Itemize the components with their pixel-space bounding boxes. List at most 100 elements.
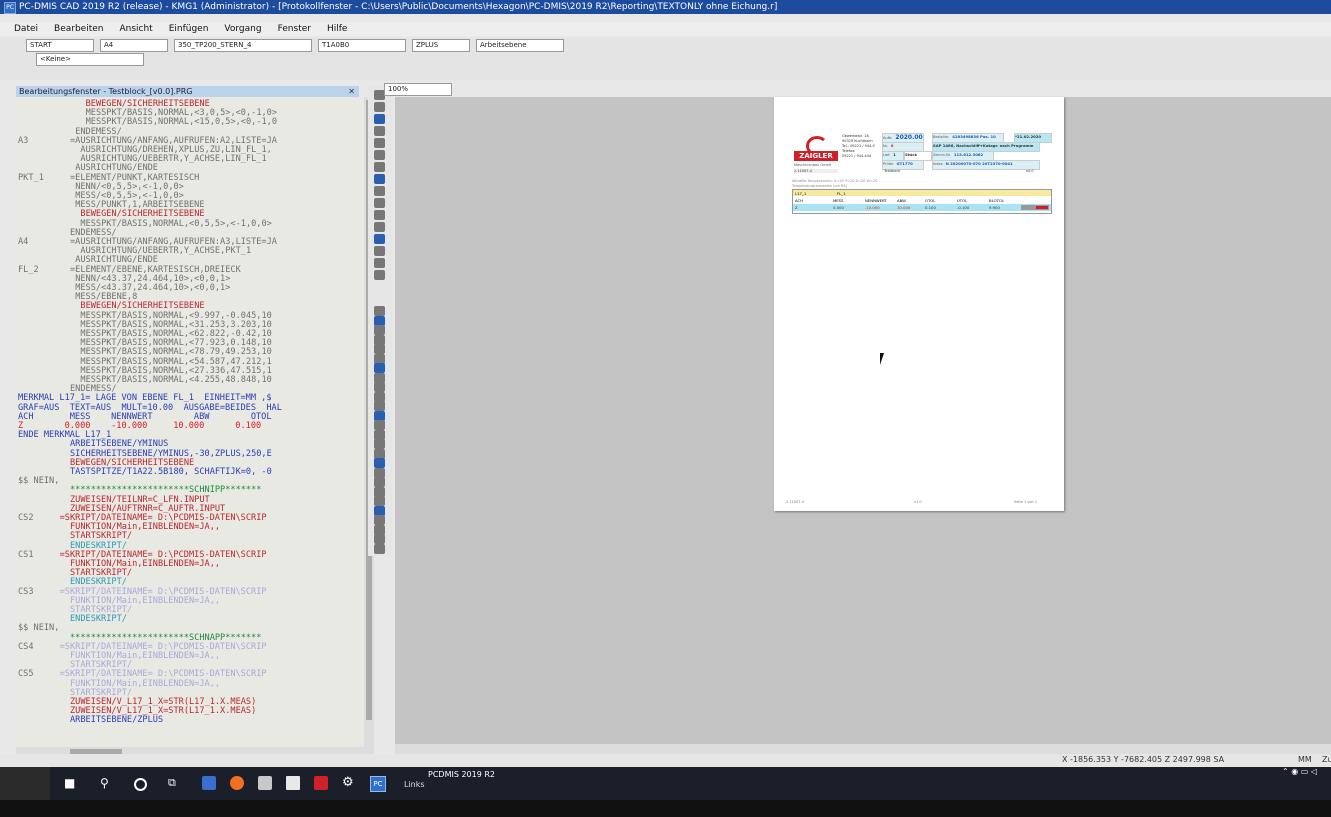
side-tool-icon[interactable] [374,353,385,364]
task-view-icon[interactable]: ⧉ [168,776,182,790]
side-tool-icon[interactable] [374,505,385,516]
side-tool-icon[interactable] [374,534,385,544]
menu-fenster[interactable]: Fenster [278,24,311,34]
side-tool-icon[interactable] [374,477,385,487]
side-tool-icon[interactable] [374,543,385,554]
side-tool-icon[interactable] [374,186,385,196]
side-tool-icon[interactable] [374,486,385,497]
side-tool-icon[interactable] [374,372,385,383]
header-field-label: Zeichn.Nr. [933,153,951,157]
side-tool-icon[interactable] [374,410,385,421]
code-text: ENDESKRIPT/ [70,614,127,625]
side-tool-icon[interactable] [374,524,385,535]
table-cell: 0.000 [833,205,844,210]
close-icon[interactable]: ✕ [348,86,355,97]
side-tool-icon[interactable] [374,458,385,468]
side-tool-icon[interactable] [374,344,385,354]
editor-app-icon[interactable] [258,776,272,790]
side-tool-icon[interactable] [374,382,385,392]
side-tool-icon[interactable] [374,306,385,316]
zoom-combo[interactable]: 100% [384,83,452,96]
header-field-value: 115.612.3062 [953,152,984,157]
side-tool-icon[interactable] [374,467,385,478]
table-cell: 0.100 [925,205,936,210]
side-tool-icon[interactable] [374,496,385,506]
side-tool-icon[interactable] [374,334,385,345]
side-tool-icon[interactable] [374,198,385,208]
table-cell: -10.000 [865,205,880,210]
monitor-bezel-bottom [0,800,1331,817]
address-line: Gewerbestr. 18 [842,134,869,138]
menu-vorgang[interactable]: Vorgang [224,24,261,34]
side-tool-icon[interactable] [374,258,385,268]
menu-bearbeiten[interactable]: Bearbeiten [54,24,103,34]
side-tool-icon[interactable] [374,210,385,220]
header-field-label: Nr. [883,144,888,148]
notepad-icon[interactable] [286,776,300,790]
toolbar-combo[interactable]: ZPLUS [412,39,470,52]
screen: PC PC-DMIS CAD 2019 R2 (release) - KMG1 (… [0,0,1331,800]
header-field-value: 0 [890,143,894,148]
header-field-value: Stück [905,152,918,157]
cortana-icon[interactable] [134,778,147,791]
program-editor[interactable]: BEWEGEN/SICHERHEITSEBENE MESSPKT/BASIS,NO… [16,97,364,747]
table-row [793,204,1051,211]
side-tool-icon[interactable] [374,429,385,440]
company-logo: ZAIGLER Maschinenbau GmbH [792,133,840,173]
report-horizontal-scrollbar[interactable] [395,744,1331,754]
footer-left: 2.11507.4 [786,500,804,504]
windows-start-icon[interactable]: ■ [64,776,78,790]
side-tool-icon[interactable] [374,401,385,411]
toolbar-combo-keine[interactable]: <Keine> [36,53,144,66]
table-column-header: MESS [833,198,844,203]
address-line: 09221 / 944-444 [842,154,872,158]
side-tool-icon[interactable] [374,102,385,112]
anydesk-icon[interactable] [314,776,328,790]
menu-ansicht[interactable]: Ansicht [119,24,152,34]
toolbar-combo[interactable]: Arbeitsebene [476,39,564,52]
toolbar-combo[interactable]: START [26,39,94,52]
header-field-value: 4203498836 Pos. 10 [952,134,996,139]
side-tool-icon[interactable] [374,162,385,172]
code-line[interactable]: ARBEITSEBENE/ZPLUS [18,715,163,725]
temperature-line: Aktuelle Temperaturen: X=20 Y=20 Z=20 W=… [792,179,878,183]
toolbar-combo[interactable]: A4 [100,39,168,52]
code-text: ARBEITSEBENE/ZPLUS [70,715,164,726]
side-tool-icon[interactable] [374,420,385,430]
side-tool-icon[interactable] [374,448,385,459]
side-tool-icon[interactable] [374,150,385,160]
logo-subtitle: Maschinenbau GmbH [794,163,832,167]
side-tool-icon[interactable] [374,138,385,148]
taskbar: ■ ⚲ ⧉ ⚙ PC PCDMIS 2019 R2 Links ⌃ ◉ ▭ ◁ [50,767,1331,800]
side-tool-icon[interactable] [374,515,385,525]
side-tool-icon[interactable] [374,325,385,335]
side-tool-icon[interactable] [374,174,385,184]
side-tool-icon[interactable] [374,114,385,124]
side-tool-icon[interactable] [374,391,385,402]
task-title[interactable]: PCDMIS 2019 R2 [428,770,495,779]
system-tray-icons[interactable]: ⌃ ◉ ▭ ◁ [1282,767,1317,776]
editor-window-title[interactable]: Bearbeitungsfenster - Testblock_[v0.0].P… [16,86,359,97]
table-cell: -0.100 [957,205,970,210]
mouse-cursor-icon [880,353,888,365]
menu-einfügen[interactable]: Einfügen [169,24,209,34]
toolbar-combo[interactable]: T1A0B0 [318,39,406,52]
menu-datei[interactable]: Datei [14,24,38,34]
side-tool-icon[interactable] [374,246,385,256]
side-tool-icon[interactable] [374,222,385,232]
firefox-icon[interactable] [230,776,244,790]
menu-hilfe[interactable]: Hilfe [327,24,347,34]
side-tool-icon[interactable] [374,270,385,280]
side-tool-icon[interactable] [374,234,385,244]
status-bar: X -1856.353 Y -7682.405 Z 2497.998 SA MM… [0,754,1331,766]
side-tool-icon[interactable] [374,126,385,136]
side-tool-icon[interactable] [374,363,385,373]
side-tool-icon[interactable] [374,439,385,449]
pcdmis-taskbar-icon[interactable]: PC [370,776,386,792]
network-app-icon[interactable] [202,776,216,790]
monitor-bezel-left [0,767,50,800]
settings-gear-icon[interactable]: ⚙ [342,776,356,790]
side-tool-icon[interactable] [374,315,385,326]
toolbar-combo[interactable]: 350_TP200_STERN_4 [174,39,312,52]
search-icon[interactable]: ⚲ [100,776,114,790]
